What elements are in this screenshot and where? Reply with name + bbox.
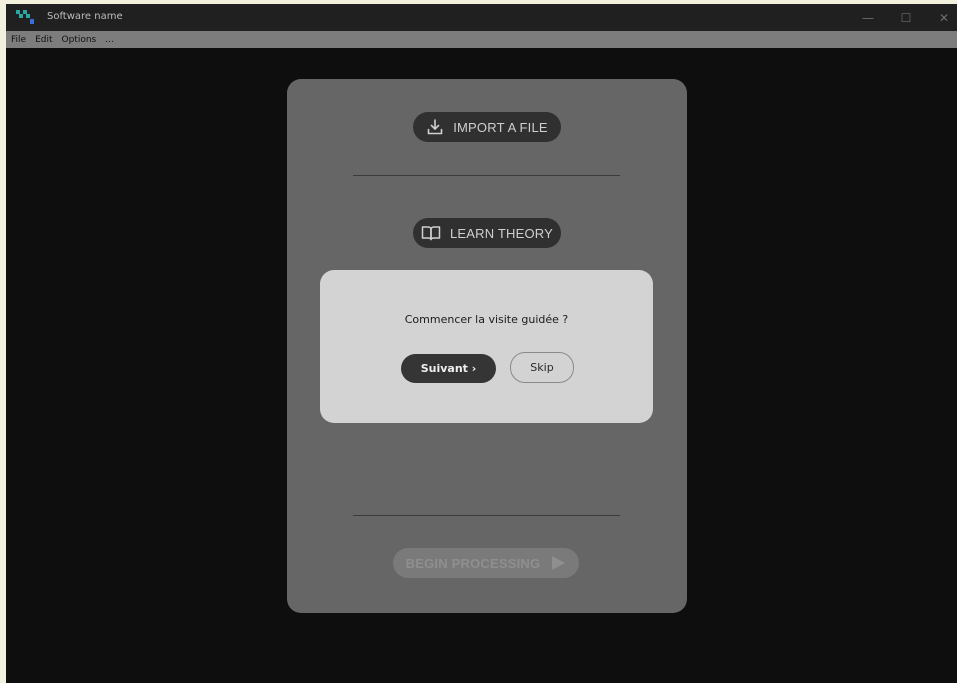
window-title: Software name bbox=[47, 11, 123, 22]
menu-file[interactable]: File bbox=[11, 35, 26, 45]
guided-tour-dialog: Commencer la visite guidée ? Suivant › S… bbox=[320, 270, 653, 423]
minimize-icon: — bbox=[862, 10, 874, 25]
menu-edit[interactable]: Edit bbox=[35, 35, 52, 45]
main-content: IMPORT A FILE LEARN THEORY BEGIN PROCESS… bbox=[6, 48, 957, 683]
app-logo-icon bbox=[16, 10, 34, 24]
menu-options[interactable]: Options bbox=[62, 35, 97, 45]
book-icon bbox=[421, 225, 441, 241]
learn-theory-button[interactable]: LEARN THEORY bbox=[413, 218, 561, 248]
maximize-icon: ☐ bbox=[900, 10, 912, 25]
import-file-button[interactable]: IMPORT A FILE bbox=[413, 112, 561, 142]
learn-theory-label: LEARN THEORY bbox=[449, 225, 554, 241]
begin-processing-label: BEGIN PROCESSING bbox=[405, 555, 541, 571]
import-file-label: IMPORT A FILE bbox=[453, 119, 548, 135]
skip-button[interactable]: Skip bbox=[510, 352, 574, 383]
maximize-button[interactable]: ☐ bbox=[889, 4, 923, 31]
guided-tour-prompt: Commencer la visite guidée ? bbox=[404, 313, 569, 326]
title-bar[interactable]: Software name — ☐ ✕ bbox=[6, 4, 957, 31]
download-icon bbox=[426, 118, 444, 136]
begin-processing-button[interactable]: BEGIN PROCESSING bbox=[393, 548, 579, 578]
next-button[interactable]: Suivant › bbox=[401, 354, 496, 383]
app-window: Software name — ☐ ✕ File Edit Options ..… bbox=[6, 4, 957, 683]
close-button[interactable]: ✕ bbox=[927, 4, 957, 31]
divider-bottom bbox=[353, 515, 620, 516]
play-icon bbox=[550, 555, 566, 571]
divider-top bbox=[353, 175, 620, 176]
close-icon: ✕ bbox=[938, 10, 950, 25]
menu-bar: File Edit Options ... bbox=[6, 31, 957, 48]
menu-more[interactable]: ... bbox=[105, 35, 114, 45]
minimize-button[interactable]: — bbox=[851, 4, 885, 31]
